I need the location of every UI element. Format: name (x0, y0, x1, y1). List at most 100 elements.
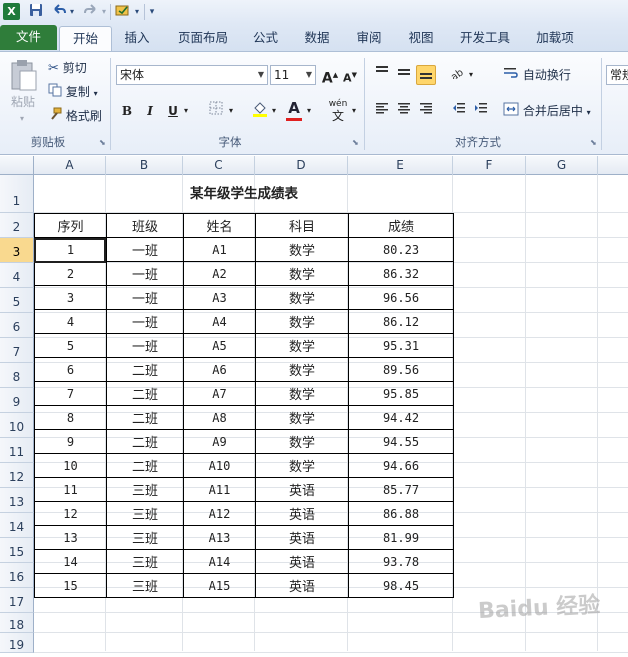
table-cell[interactable]: 三班 (106, 549, 184, 574)
table-cell[interactable]: 3 (34, 285, 107, 310)
table-cell[interactable]: 一班 (106, 333, 184, 358)
table-cell[interactable]: 二班 (106, 453, 184, 478)
copy-dropdown-icon[interactable]: ▾ (94, 89, 98, 98)
excel-logo-icon[interactable]: X (3, 3, 20, 20)
cut-button[interactable]: ✂ 剪切 (48, 59, 87, 78)
table-cell[interactable]: 二班 (106, 381, 184, 406)
row-header[interactable]: 4 (0, 263, 34, 288)
table-cell[interactable]: A11 (183, 477, 256, 502)
table-cell[interactable]: 数学 (255, 357, 349, 382)
save-icon[interactable] (27, 3, 45, 21)
table-cell[interactable]: 96.56 (348, 285, 454, 310)
row-header[interactable]: 9 (0, 388, 34, 413)
table-cell[interactable]: 5 (34, 333, 107, 358)
decrease-indent-icon[interactable] (449, 101, 469, 121)
tab-home[interactable]: 开始 (59, 26, 112, 52)
customize-qat-icon[interactable]: ▾ (147, 3, 157, 21)
underline-dropdown-icon[interactable]: ▾ (181, 101, 191, 121)
table-cell[interactable]: 数学 (255, 429, 349, 454)
table-cell[interactable]: 数学 (255, 453, 349, 478)
column-header-d[interactable]: D (255, 156, 348, 175)
row-header[interactable]: 13 (0, 488, 34, 513)
table-cell[interactable]: 二班 (106, 405, 184, 430)
table-cell[interactable]: 2 (34, 261, 107, 286)
table-cell[interactable]: 数学 (255, 237, 349, 262)
row-header[interactable]: 11 (0, 438, 34, 463)
table-cell[interactable]: 93.78 (348, 549, 454, 574)
wrap-text-button[interactable]: 自动换行 (503, 66, 571, 85)
spell-check-icon[interactable] (114, 3, 132, 21)
row-header[interactable]: 17 (0, 588, 34, 613)
table-cell[interactable]: 89.56 (348, 357, 454, 382)
row-header[interactable]: 19 (0, 633, 34, 653)
tab-insert[interactable]: 插入 (113, 26, 161, 50)
table-cell[interactable]: 英语 (255, 573, 349, 598)
table-cell[interactable]: 数学 (255, 285, 349, 310)
table-cell[interactable]: 94.42 (348, 405, 454, 430)
row-header[interactable]: 7 (0, 338, 34, 363)
orientation-icon[interactable]: ab (448, 65, 468, 85)
table-cell[interactable]: A14 (183, 549, 256, 574)
column-header-g[interactable]: G (526, 156, 598, 175)
table-cell[interactable]: 一班 (106, 261, 184, 286)
table-cell[interactable]: 数学 (255, 381, 349, 406)
tab-developer[interactable]: 开发工具 (452, 26, 518, 50)
row-header[interactable]: 2 (0, 213, 34, 238)
font-size-dropdown-icon[interactable]: ▼ (306, 66, 312, 84)
font-name-dropdown-icon[interactable]: ▼ (258, 66, 264, 84)
select-all-corner[interactable] (0, 156, 34, 175)
align-bottom-icon[interactable] (416, 65, 436, 85)
header-cell[interactable]: 科目 (255, 213, 349, 238)
header-cell[interactable]: 班级 (106, 213, 184, 238)
table-cell[interactable]: 6 (34, 357, 107, 382)
tab-file[interactable]: 文件 (0, 25, 57, 50)
phonetic-dropdown-icon[interactable]: ▾ (349, 101, 359, 121)
align-left-icon[interactable] (372, 101, 392, 121)
row-header[interactable]: 3 (0, 238, 34, 263)
align-right-icon[interactable] (416, 101, 436, 121)
table-cell[interactable]: 三班 (106, 573, 184, 598)
font-color-dropdown-icon[interactable]: ▾ (304, 101, 314, 121)
table-cell[interactable]: A5 (183, 333, 256, 358)
table-cell[interactable]: 数学 (255, 261, 349, 286)
table-cell[interactable]: A6 (183, 357, 256, 382)
column-header-f[interactable]: F (453, 156, 526, 175)
table-cell[interactable]: 一班 (106, 237, 184, 262)
header-cell[interactable]: 姓名 (183, 213, 256, 238)
table-cell[interactable]: 95.85 (348, 381, 454, 406)
table-cell[interactable]: A3 (183, 285, 256, 310)
fill-color-dropdown-icon[interactable]: ▾ (269, 101, 279, 121)
row-header[interactable]: 14 (0, 513, 34, 538)
table-cell[interactable]: 8 (34, 405, 107, 430)
row-header[interactable]: 16 (0, 563, 34, 588)
redo-icon[interactable] (82, 3, 100, 21)
row-header[interactable]: 18 (0, 613, 34, 633)
table-cell[interactable]: A13 (183, 525, 256, 550)
row-header[interactable]: 15 (0, 538, 34, 563)
table-cell[interactable]: A7 (183, 381, 256, 406)
alignment-launcher-icon[interactable]: ⬊ (590, 138, 597, 147)
grow-font-button[interactable]: A▲ (320, 65, 340, 87)
tab-data[interactable]: 数据 (294, 26, 340, 50)
table-cell[interactable]: A15 (183, 573, 256, 598)
row-header[interactable]: 5 (0, 288, 34, 313)
table-cell[interactable]: 数学 (255, 309, 349, 334)
number-format-combo[interactable]: 常规 (606, 65, 628, 85)
table-cell[interactable]: 94.55 (348, 429, 454, 454)
table-cell[interactable]: 98.45 (348, 573, 454, 598)
tab-page-layout[interactable]: 页面布局 (168, 26, 238, 50)
redo-dropdown-icon[interactable]: ▾ (99, 3, 109, 21)
row-header[interactable]: 6 (0, 313, 34, 338)
tab-view[interactable]: 视图 (398, 26, 444, 50)
table-cell[interactable]: 9 (34, 429, 107, 454)
undo-dropdown-icon[interactable]: ▾ (67, 3, 77, 21)
table-cell[interactable]: 81.99 (348, 525, 454, 550)
header-cell[interactable]: 成绩 (348, 213, 454, 238)
copy-button[interactable]: 复制 ▾ (48, 83, 98, 103)
column-header-c[interactable]: C (183, 156, 255, 175)
table-cell[interactable]: A2 (183, 261, 256, 286)
table-cell[interactable]: 7 (34, 381, 107, 406)
tab-formulas[interactable]: 公式 (243, 26, 288, 50)
header-cell[interactable]: 序列 (34, 213, 107, 238)
tab-add-ins[interactable]: 加载项 (525, 26, 585, 50)
